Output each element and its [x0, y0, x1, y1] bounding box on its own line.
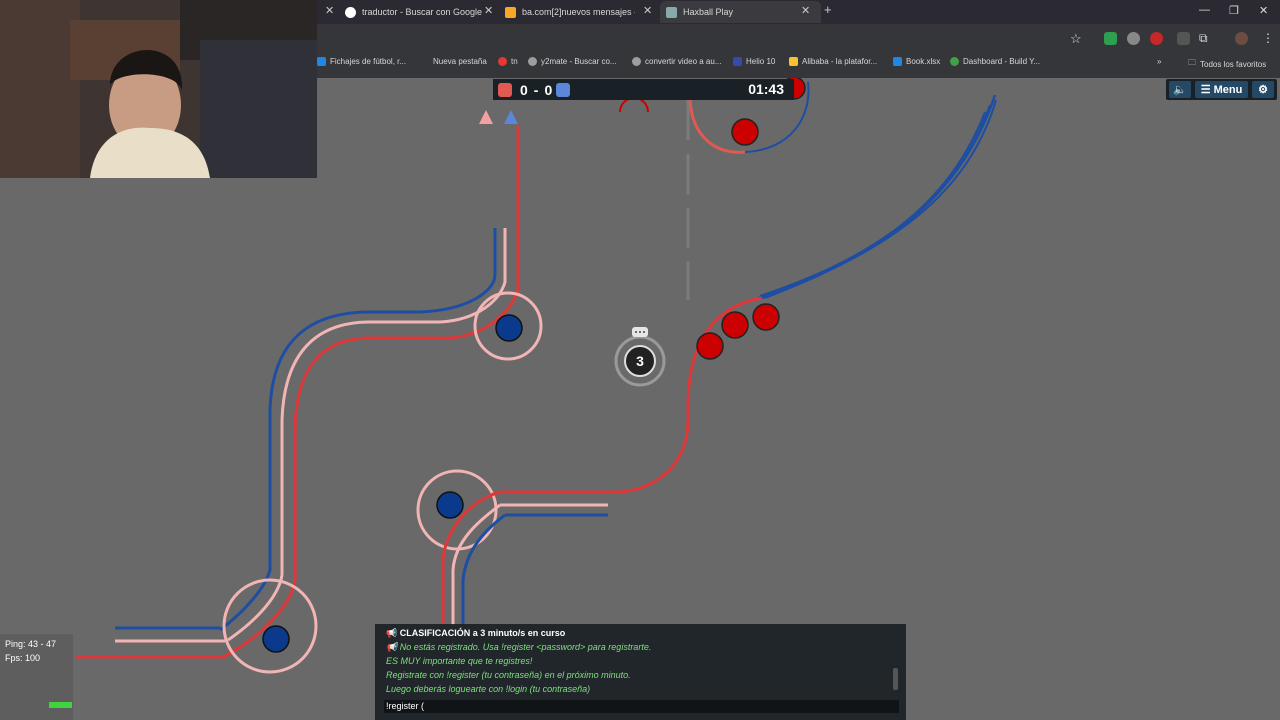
- ball-label: 3: [636, 353, 644, 369]
- bookmark-item[interactable]: Nueva pestaña: [433, 57, 487, 66]
- tab-label: Haxball Play: [683, 7, 734, 17]
- bookmark-label: Helio 10: [746, 57, 776, 66]
- bookmark-item[interactable]: Helio 10: [733, 57, 775, 66]
- tab-label: traductor - Buscar con Google: [362, 7, 483, 17]
- speaker-icon: 🔈: [1173, 84, 1187, 96]
- close-window-icon[interactable]: ✕: [1259, 4, 1268, 17]
- haxball-icon: [666, 6, 677, 18]
- red-score: 0: [520, 81, 528, 98]
- extension-icon[interactable]: [1150, 32, 1163, 45]
- tab-haxball[interactable]: Haxball Play: [660, 1, 821, 23]
- red-marker-icon: [479, 110, 493, 124]
- bookmark-label: tn: [511, 57, 518, 66]
- avatar[interactable]: [1235, 32, 1248, 45]
- ping-readout: Ping: 43 - 47: [5, 639, 57, 649]
- close-tab-icon[interactable]: ✕: [801, 4, 810, 17]
- folder-label: Todos los favoritos: [1200, 59, 1267, 69]
- bookmark-label: convertir video a au...: [645, 57, 722, 66]
- extension-icon[interactable]: [1127, 32, 1140, 45]
- ping-graph: [49, 702, 72, 708]
- bookmark-item[interactable]: tn: [498, 57, 518, 66]
- blue-marker-icon: [504, 110, 518, 124]
- bookmarks-folder[interactable]: 🗀 Todos los favoritos: [1188, 57, 1266, 71]
- bookmark-label: Fichajes de fútbol, r...: [330, 57, 407, 66]
- bookmark-item[interactable]: y2mate - Buscar co...: [528, 57, 617, 66]
- gear-icon: ⚙: [1258, 84, 1268, 96]
- bookmark-label: Book.xlsx: [906, 57, 941, 66]
- bookmark-item[interactable]: Book.xlsx: [893, 57, 940, 66]
- close-tab-icon[interactable]: ✕: [643, 4, 652, 17]
- folder-icon: 🗀: [1188, 58, 1196, 67]
- blue-player: [262, 625, 290, 653]
- score-separator: -: [533, 81, 539, 98]
- bookmark-item[interactable]: Fichajes de fútbol, r...: [317, 57, 406, 66]
- site-icon: [505, 6, 516, 18]
- extension-icon[interactable]: [1177, 32, 1190, 45]
- more-icon[interactable]: ⋮: [1262, 31, 1274, 45]
- menu-label: Menu: [1213, 83, 1243, 96]
- blue-player: [436, 491, 464, 519]
- scoreboard: 0 - 0 01:43: [493, 79, 794, 100]
- settings-button[interactable]: ⚙: [1252, 81, 1274, 98]
- chat-message: 📢 No estás registrado. Usa !register <pa…: [386, 642, 652, 652]
- bookmark-icon: [528, 57, 537, 66]
- bookmark-item[interactable]: convertir video a au...: [632, 57, 721, 66]
- webcam-image: [0, 0, 317, 178]
- bookmark-icon: [893, 57, 902, 66]
- tab-traductor[interactable]: traductor - Buscar con Google: [345, 1, 485, 23]
- bookmark-item[interactable]: Dashboard - Build Y...: [950, 57, 1040, 66]
- bookmark-label: Nueva pestaña: [433, 57, 487, 66]
- chat-scrollbar[interactable]: [893, 668, 898, 690]
- red-team-icon: [498, 82, 512, 97]
- bookmark-icon: [498, 57, 507, 66]
- chat-message: Registrate con !register (tu contraseña)…: [386, 670, 631, 680]
- chat-message: ES MUY importante que te registres!: [386, 656, 533, 666]
- chat-message: 📢 CLASIFICACIÓN a 3 minuto/s en curso: [386, 628, 566, 638]
- restore-icon[interactable]: ❐: [1229, 4, 1239, 17]
- star-icon[interactable]: ☆: [1070, 31, 1082, 47]
- close-tab-icon[interactable]: ✕: [484, 4, 493, 17]
- red-player: [696, 332, 724, 360]
- fps-readout: Fps: 100: [5, 653, 41, 663]
- bookmark-icon: [789, 57, 798, 66]
- blue-score: 0: [544, 81, 553, 98]
- google-icon: [345, 6, 356, 18]
- extension-icon[interactable]: [1104, 32, 1117, 45]
- bookmark-label: Dashboard - Build Y...: [963, 57, 1041, 66]
- bookmark-icon: [733, 57, 742, 66]
- tab-label: ba.com[2]nuevos mensajes - o: [522, 7, 635, 17]
- bookmark-icon: [632, 57, 641, 66]
- tab-messages[interactable]: ba.com[2]nuevos mensajes - o: [505, 1, 635, 23]
- red-player: [731, 118, 759, 146]
- top-arc: [619, 97, 649, 113]
- minimize-icon[interactable]: —: [1199, 4, 1210, 16]
- sound-button[interactable]: 🔈: [1169, 81, 1191, 98]
- puzzle-icon[interactable]: ⧉: [1199, 31, 1208, 46]
- plus-icon[interactable]: +: [824, 2, 832, 17]
- match-timer: 01:43: [748, 81, 784, 97]
- bookmark-label: Alibaba - la platafor...: [802, 57, 878, 66]
- close-tab-icon[interactable]: ✕: [325, 4, 334, 17]
- hamburger-icon: ☰: [1200, 84, 1211, 96]
- blue-player: [495, 314, 523, 342]
- chat-message: Luego deberás loguearte con !login (tu c…: [386, 684, 591, 694]
- bookmark-label: y2mate - Buscar co...: [541, 57, 617, 66]
- red-player: [752, 303, 780, 331]
- bookmark-icon: [317, 57, 326, 66]
- webcam-overlay: [0, 0, 317, 178]
- bookmarks-overflow-icon[interactable]: »: [1157, 57, 1161, 66]
- bookmark-icon: [950, 57, 959, 66]
- blue-team-icon: [556, 82, 571, 97]
- bookmark-item[interactable]: Alibaba - la platafor...: [789, 57, 877, 66]
- red-player: [721, 311, 749, 339]
- menu-button[interactable]: ☰ Menu: [1195, 81, 1248, 98]
- chat-input[interactable]: !register (: [384, 700, 899, 713]
